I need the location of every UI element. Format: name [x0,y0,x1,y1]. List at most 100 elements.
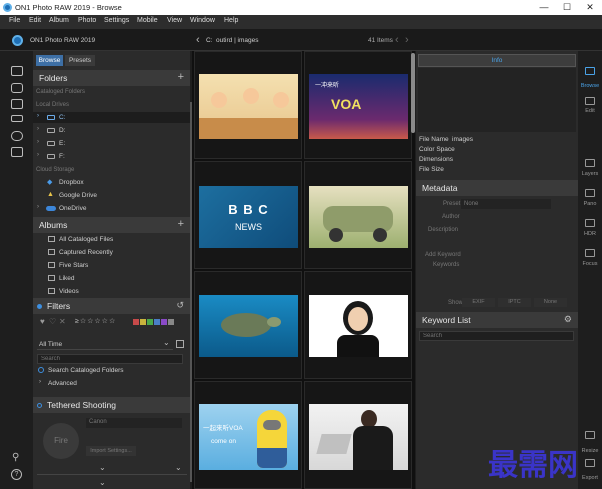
album-stack-icon[interactable] [11,147,23,157]
user-settings-icon[interactable]: ⚲ [12,452,19,463]
thumbnail-cell[interactable]: 一冲来听 VOA [304,51,412,159]
album-row[interactable]: Videos [33,286,190,297]
tab-browse[interactable]: Browse [36,55,63,66]
camera-select[interactable]: Canon [86,418,182,428]
show-iptc-button[interactable]: IPTC [498,298,531,307]
thumbnail-cell[interactable] [194,51,302,159]
focus-module-icon[interactable] [585,249,595,257]
thumbnail-cell[interactable] [194,271,302,379]
next-arrow-icon[interactable]: › [405,34,409,46]
menu-album[interactable]: Album [49,17,69,24]
cloud-row-onedrive[interactable]: › OneDrive [33,203,190,214]
tethered-header[interactable]: Tethered Shooting [33,397,190,413]
resize-module-label[interactable]: Resize [578,448,602,454]
drive-row-d[interactable]: › D: [33,125,190,136]
drive-icon[interactable] [11,115,23,122]
preset-select[interactable]: None [461,199,551,209]
show-none-button[interactable]: None [534,298,567,307]
filter-list-icon[interactable] [176,340,184,348]
menu-mobile[interactable]: Mobile [137,17,158,24]
color-label-green[interactable] [147,319,153,325]
album-row[interactable]: Captured Recently [33,247,190,258]
layers-module-label[interactable]: Layers [578,171,602,177]
resize-module-icon[interactable] [585,431,595,439]
menu-photo[interactable]: Photo [78,17,96,24]
pano-module-icon[interactable] [585,189,595,197]
import-settings-button[interactable]: Import Settings... [86,446,136,456]
hdr-module-label[interactable]: HDR [578,231,602,237]
close-button[interactable]: ✕ [580,1,600,13]
hdr-module-icon[interactable] [585,219,595,227]
reset-filters-icon[interactable]: ↺ [176,300,184,311]
color-label-red[interactable] [133,319,139,325]
folders-header[interactable]: Folders + [33,70,190,86]
chevron-down-icon[interactable]: ⌄ [99,478,106,487]
menu-file[interactable]: File [9,17,20,24]
cloud-row-dropbox[interactable]: ◆ Dropbox [33,177,190,188]
menu-edit[interactable]: Edit [29,17,41,24]
show-exif-button[interactable]: EXIF [462,298,495,307]
heart-outline-icon[interactable]: ♡ [49,317,56,326]
cloud-icon[interactable] [11,131,23,141]
heart-icon[interactable]: ♥ [40,317,45,326]
album-row[interactable]: Liked [33,273,190,284]
filter-search-input[interactable] [37,354,183,364]
color-label-blue[interactable] [154,319,160,325]
metadata-header[interactable]: Metadata [416,180,578,196]
export-module-label[interactable]: Export [578,475,602,481]
menu-settings[interactable]: Settings [104,17,129,24]
expand-chevron-icon[interactable]: › [37,152,39,158]
menu-view[interactable]: View [167,17,182,24]
thumbnail-cell[interactable] [304,161,412,269]
album-row[interactable]: Five Stars [33,260,190,271]
keyword-search-input[interactable] [419,331,574,341]
export-module-icon[interactable] [585,459,595,467]
monitor-icon[interactable] [11,66,23,76]
path-drive[interactable]: C: [206,37,213,44]
expand-chevron-icon[interactable]: › [39,379,41,385]
layers-module-icon[interactable] [585,159,595,167]
expand-chevron-icon[interactable]: › [37,204,39,210]
add-folder-icon[interactable]: + [178,71,184,83]
drive-row-e[interactable]: › E: [33,138,190,149]
pano-module-label[interactable]: Pano [578,201,602,207]
menu-window[interactable]: Window [190,17,215,24]
expand-chevron-icon[interactable]: › [37,126,39,132]
help-icon[interactable]: ? [11,469,22,480]
prev-arrow-icon[interactable]: ‹ [395,34,399,46]
keyword-list-header[interactable]: Keyword List ⚙ [416,312,578,328]
browse-module-icon[interactable] [585,67,595,75]
album-row[interactable]: All Cataloged Files [33,234,190,245]
minimize-button[interactable]: — [534,1,554,13]
filters-enabled-icon[interactable] [37,304,42,309]
expand-chevron-icon[interactable]: › [37,139,39,145]
browse-module-label[interactable]: Browse [578,83,602,89]
drive-row-f[interactable]: › F: [33,151,190,162]
star-rating-filter[interactable]: ≥☆☆☆☆☆ [75,317,116,325]
color-label-none[interactable] [168,319,174,325]
thumbnail-cell[interactable]: B B C NEWS [194,161,302,269]
expand-chevron-icon[interactable]: › [37,113,39,119]
filters-header[interactable]: Filters ↺ [33,298,190,314]
fire-button[interactable]: Fire [43,423,79,459]
back-arrow-icon[interactable]: ‹ [196,34,200,46]
menu-help[interactable]: Help [224,17,238,24]
thumbnail-cell[interactable] [304,271,412,379]
thumbnail-cell[interactable] [304,381,412,489]
gear-icon[interactable]: ⚙ [564,314,572,325]
albums-header[interactable]: Albums + [33,217,190,233]
color-label-yellow[interactable] [140,319,146,325]
edit-module-label[interactable]: Edit [578,108,602,114]
path-folder[interactable]: outird | images [216,37,259,44]
focus-module-label[interactable]: Focus [578,261,602,267]
camera-icon[interactable] [11,83,23,93]
add-album-icon[interactable]: + [178,218,184,230]
info-tab[interactable]: Info [418,54,576,67]
drive-row-c[interactable]: › C: [33,112,190,123]
advanced-label[interactable]: Advanced [48,380,77,387]
cloud-row-google-drive[interactable]: ▲ Google Drive [33,190,190,201]
time-filter-select[interactable]: All Time ⌄ [37,338,173,350]
thumbnail-cell[interactable]: 一起来听VOA come on [194,381,302,489]
maximize-button[interactable]: ☐ [557,1,577,13]
grid-scrollbar-thumb[interactable] [411,53,415,133]
